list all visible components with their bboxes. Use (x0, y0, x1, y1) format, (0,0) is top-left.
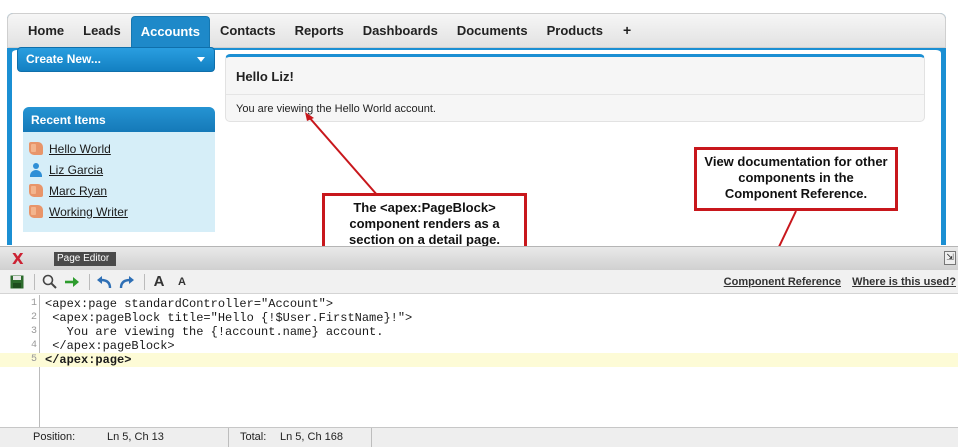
code-line: 2 <apex:pageBlock title="Hello {!$User.F… (0, 311, 958, 325)
code-line: 1 <apex:page standardController="Account… (0, 297, 958, 311)
tab-products[interactable]: Products (538, 16, 612, 47)
line-number: 2 (30, 312, 37, 323)
save-icon[interactable] (7, 272, 27, 292)
recent-item-link[interactable]: Liz Garcia (49, 163, 103, 177)
font-larger-button[interactable]: A (149, 272, 169, 292)
tab-accounts[interactable]: Accounts (130, 16, 210, 47)
status-divider (228, 428, 229, 447)
recent-item-link[interactable]: Hello World (49, 142, 111, 156)
line-number: 5 (30, 354, 37, 365)
status-divider (371, 428, 372, 447)
create-new-dropdown[interactable]: Create New... (17, 47, 215, 72)
page-block: Hello Liz! You are viewing the Hello Wor… (225, 54, 925, 122)
tab-dashboards[interactable]: Dashboards (354, 16, 447, 47)
position-label: Position: (33, 431, 76, 443)
arrow-right-icon[interactable] (62, 272, 82, 292)
undo-icon[interactable] (94, 272, 114, 292)
toolbar-divider (89, 273, 90, 290)
editor-links: Component Reference Where is this used? (716, 276, 956, 288)
code-line: 4 </apex:pageBlock> (0, 339, 958, 353)
code-line-current: 5 </apex:page> (0, 353, 958, 367)
code-text: You are viewing the {!account.name} acco… (45, 325, 384, 339)
recent-item-link[interactable]: Working Writer (49, 205, 128, 219)
app: Home Leads Accounts Contacts Reports Das… (0, 0, 958, 447)
total-label: Total: (240, 431, 267, 443)
toolbar-divider (34, 273, 35, 290)
total-value: Ln 5, Ch 168 (280, 431, 343, 443)
recent-items-title: Recent Items (23, 107, 215, 132)
collapse-editor-icon[interactable]: ⇲ (944, 251, 956, 265)
line-number: 4 (30, 340, 37, 351)
where-used-link[interactable]: Where is this used? (852, 276, 956, 288)
tab-bar: Home Leads Accounts Contacts Reports Das… (7, 13, 946, 48)
recent-item-liz-garcia[interactable]: Liz Garcia (23, 159, 215, 180)
line-number: 1 (30, 298, 37, 309)
recent-item-hello-world[interactable]: Hello World (23, 138, 215, 159)
contact-icon (29, 162, 43, 177)
line-number: 3 (30, 326, 37, 337)
redo-icon[interactable] (117, 272, 137, 292)
recent-item-working-writer[interactable]: Working Writer (23, 201, 215, 222)
page-block-title: Hello Liz! (226, 57, 924, 95)
tab-reports[interactable]: Reports (286, 16, 353, 47)
page-editor-header: X Page Editor ⇲ (0, 246, 958, 270)
tab-documents[interactable]: Documents (448, 16, 537, 47)
add-tab-button[interactable]: + (613, 16, 641, 47)
search-icon[interactable] (39, 272, 59, 292)
chevron-down-icon (197, 57, 205, 62)
recent-item-link[interactable]: Marc Ryan (49, 184, 107, 198)
create-new-label: Create New... (26, 52, 101, 66)
toolbar-divider (144, 273, 145, 290)
account-icon (29, 205, 43, 218)
account-icon (29, 142, 43, 155)
recent-item-marc-ryan[interactable]: Marc Ryan (23, 180, 215, 201)
code-text: <apex:page standardController="Account"> (45, 297, 334, 311)
callout-component-reference: View documentation for other components … (694, 147, 898, 211)
code-text: </apex:pageBlock> (45, 339, 175, 353)
tab-home[interactable]: Home (19, 16, 73, 47)
recent-items-panel: Recent Items Hello World Liz Garcia Marc… (23, 107, 215, 232)
account-icon (29, 184, 43, 197)
font-smaller-button[interactable]: A (172, 272, 192, 292)
status-bar: Position: Ln 5, Ch 13 Total: Ln 5, Ch 16… (0, 427, 958, 447)
code-editor[interactable]: 1 <apex:page standardController="Account… (0, 295, 958, 427)
code-line: 3 You are viewing the {!account.name} ac… (0, 325, 958, 339)
tab-leads[interactable]: Leads (74, 16, 130, 47)
code-text: </apex:page> (45, 353, 132, 367)
code-text: <apex:pageBlock title="Hello {!$User.Fir… (45, 311, 413, 325)
component-reference-link[interactable]: Component Reference (724, 276, 841, 288)
page-block-body: You are viewing the Hello World account. (236, 103, 436, 115)
position-value: Ln 5, Ch 13 (107, 431, 164, 443)
tab-contacts[interactable]: Contacts (211, 16, 285, 47)
page-editor-title: Page Editor (54, 252, 116, 266)
close-editor-icon[interactable]: X (12, 250, 24, 268)
